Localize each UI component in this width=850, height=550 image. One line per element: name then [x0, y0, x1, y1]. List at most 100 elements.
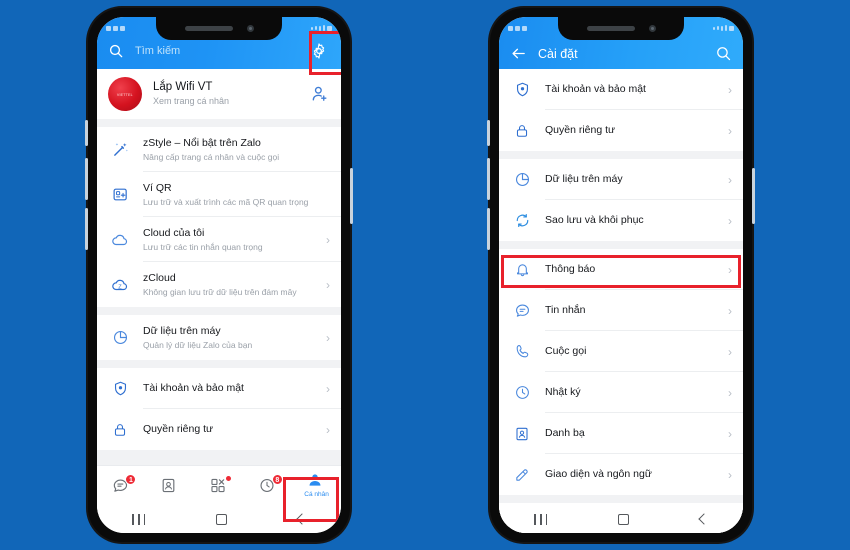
volume-down-button[interactable] — [85, 158, 88, 200]
settings-content[interactable]: Tài khoản và bảo mật › Quyền riêng tư › … — [499, 69, 743, 533]
profile-icon — [307, 472, 327, 490]
section-gap — [97, 119, 341, 127]
pie-chart-icon — [108, 329, 132, 346]
chevron-right-icon: › — [728, 262, 732, 277]
recents-icon[interactable] — [534, 513, 548, 525]
list-item-subtitle: Quản lý dữ liệu Zalo của bạn — [143, 339, 253, 350]
contacts-icon — [160, 477, 180, 495]
list-item-title: zCloud — [143, 271, 176, 284]
volume-up-button[interactable] — [85, 120, 88, 146]
palette-icon — [510, 466, 534, 483]
list-item[interactable]: Dữ liệu trên máy Quản lý dữ liệu Zalo củ… — [97, 315, 341, 360]
power-button[interactable] — [350, 168, 353, 224]
power-button[interactable] — [752, 168, 755, 224]
timeline-icon: 8 — [258, 473, 283, 495]
magic-wand-icon — [108, 141, 132, 158]
list-item[interactable]: Cuộc gọi › — [499, 331, 743, 372]
section-gap — [97, 307, 341, 315]
list-item-text: Tin nhắn — [545, 304, 722, 317]
list-item[interactable]: Z zCloud Không gian lưu trữ dữ liệu trên… — [97, 262, 341, 307]
left-phone-screen: Tìm kiếm VIETTEL Lắp Wifi VT Xem trang c… — [97, 17, 341, 533]
tab-discover[interactable] — [195, 466, 244, 505]
phone-icon — [510, 343, 534, 360]
recents-icon[interactable] — [132, 513, 146, 525]
list-item-title: Giao diện và ngôn ngữ — [545, 468, 652, 480]
avatar[interactable]: VIETTEL — [108, 77, 142, 111]
left-phone-device: Tìm kiếm VIETTEL Lắp Wifi VT Xem trang c… — [85, 8, 353, 542]
right-phone-device: Cài đặt Tài khoản và bảo mật › Quyền riê… — [487, 8, 755, 542]
search-icon[interactable] — [715, 45, 732, 62]
list-item-tin-nhan[interactable]: Tin nhắn › — [499, 290, 743, 331]
tab-messages[interactable]: 1 — [97, 466, 146, 505]
lock-icon — [510, 123, 534, 139]
clock-icon — [510, 384, 534, 401]
back-icon[interactable] — [697, 513, 710, 525]
list-item[interactable]: Cloud của tôi Lưu trữ các tin nhắn quan … — [97, 217, 341, 262]
settings-button[interactable] — [308, 40, 330, 62]
list-item[interactable]: Quyền riêng tư › — [97, 409, 341, 450]
gear-icon[interactable] — [310, 42, 328, 60]
settings-group-features: Thông báo › Tin nhắn › Cuộc gọi › Nhật k… — [499, 249, 743, 495]
list-item[interactable]: Sao lưu và khôi phục › — [499, 200, 743, 241]
list-item[interactable]: Quyền riêng tư › — [499, 110, 743, 151]
chevron-right-icon: › — [728, 385, 732, 400]
add-friend-icon[interactable] — [310, 84, 330, 104]
messages-badge: 1 — [125, 473, 137, 485]
list-item-title: Nhật ký — [545, 386, 581, 398]
list-item-title: Tin nhắn — [545, 304, 586, 316]
list-item-subtitle: Lưu trữ và xuất trình các mã QR quan trọ… — [143, 196, 309, 207]
tab-profile-label: Cá nhân — [304, 491, 329, 498]
list-item[interactable]: Ví QR Lưu trữ và xuất trình các mã QR qu… — [97, 172, 341, 217]
device-data-group: Dữ liệu trên máy Quản lý dữ liệu Zalo củ… — [97, 315, 341, 360]
discover-icon — [209, 474, 232, 495]
page-title: Cài đặt — [538, 46, 578, 61]
shield-icon — [108, 380, 132, 397]
settings-group-data: Dữ liệu trên máy › Sao lưu và khôi phục … — [499, 159, 743, 241]
tab-timeline[interactable]: 8 — [243, 466, 292, 505]
shield-icon — [510, 81, 534, 98]
list-item[interactable]: Tài khoản và bảo mật › — [499, 69, 743, 110]
chevron-right-icon: › — [728, 123, 732, 138]
list-item-text: Dữ liệu trên máy — [545, 173, 722, 186]
back-arrow-icon[interactable] — [510, 45, 527, 62]
list-item-text: Giao diện và ngôn ngữ — [545, 468, 722, 481]
back-icon[interactable] — [295, 513, 308, 525]
search-icon[interactable] — [108, 43, 124, 59]
front-camera — [246, 25, 254, 32]
list-item[interactable]: Giao diện và ngôn ngữ › — [499, 454, 743, 495]
bixby-button[interactable] — [85, 208, 88, 250]
messages-icon: 1 — [111, 473, 137, 495]
list-item-text: Quyền riêng tư — [545, 124, 722, 137]
list-item[interactable]: Tài khoản và bảo mật › — [97, 368, 341, 409]
volume-down-button[interactable] — [487, 158, 490, 200]
chevron-right-icon: › — [326, 277, 330, 292]
list-item[interactable]: Thông báo › — [499, 249, 743, 290]
home-icon[interactable] — [617, 513, 629, 525]
tab-contacts[interactable] — [146, 466, 195, 505]
home-icon[interactable] — [215, 513, 227, 525]
search-row: Tìm kiếm — [108, 40, 330, 62]
chevron-right-icon: › — [326, 381, 330, 396]
status-right-icons — [311, 25, 332, 31]
profile-content[interactable]: VIETTEL Lắp Wifi VT Xem trang cá nhân zS… — [97, 69, 341, 477]
list-item-title: Quyền riêng tư — [143, 423, 214, 435]
volume-up-button[interactable] — [487, 120, 490, 146]
list-item[interactable]: Dữ liệu trên máy › — [499, 159, 743, 200]
device-notch — [156, 17, 282, 40]
profile-row[interactable]: VIETTEL Lắp Wifi VT Xem trang cá nhân — [97, 69, 341, 119]
list-item-subtitle: Lưu trữ các tin nhắn quan trọng — [143, 241, 263, 252]
section-gap — [499, 241, 743, 249]
list-item-subtitle: Không gian lưu trữ dữ liệu trên đám mây — [143, 286, 297, 297]
list-item[interactable]: zStyle – Nổi bật trên Zalo Nâng cấp tran… — [97, 127, 341, 172]
list-item-text: Nhật ký — [545, 386, 722, 399]
list-item[interactable]: Nhật ký › — [499, 372, 743, 413]
bottom-tab-bar: 1 8 Cá nhân — [97, 465, 341, 505]
search-placeholder[interactable]: Tìm kiếm — [135, 45, 180, 57]
lock-icon — [108, 422, 132, 438]
bixby-button[interactable] — [487, 208, 490, 250]
chevron-right-icon: › — [728, 467, 732, 482]
status-left-icons — [508, 25, 527, 31]
status-right-icons — [713, 25, 734, 31]
list-item[interactable]: Danh bạ › — [499, 413, 743, 454]
tab-profile[interactable]: Cá nhân — [292, 466, 341, 505]
